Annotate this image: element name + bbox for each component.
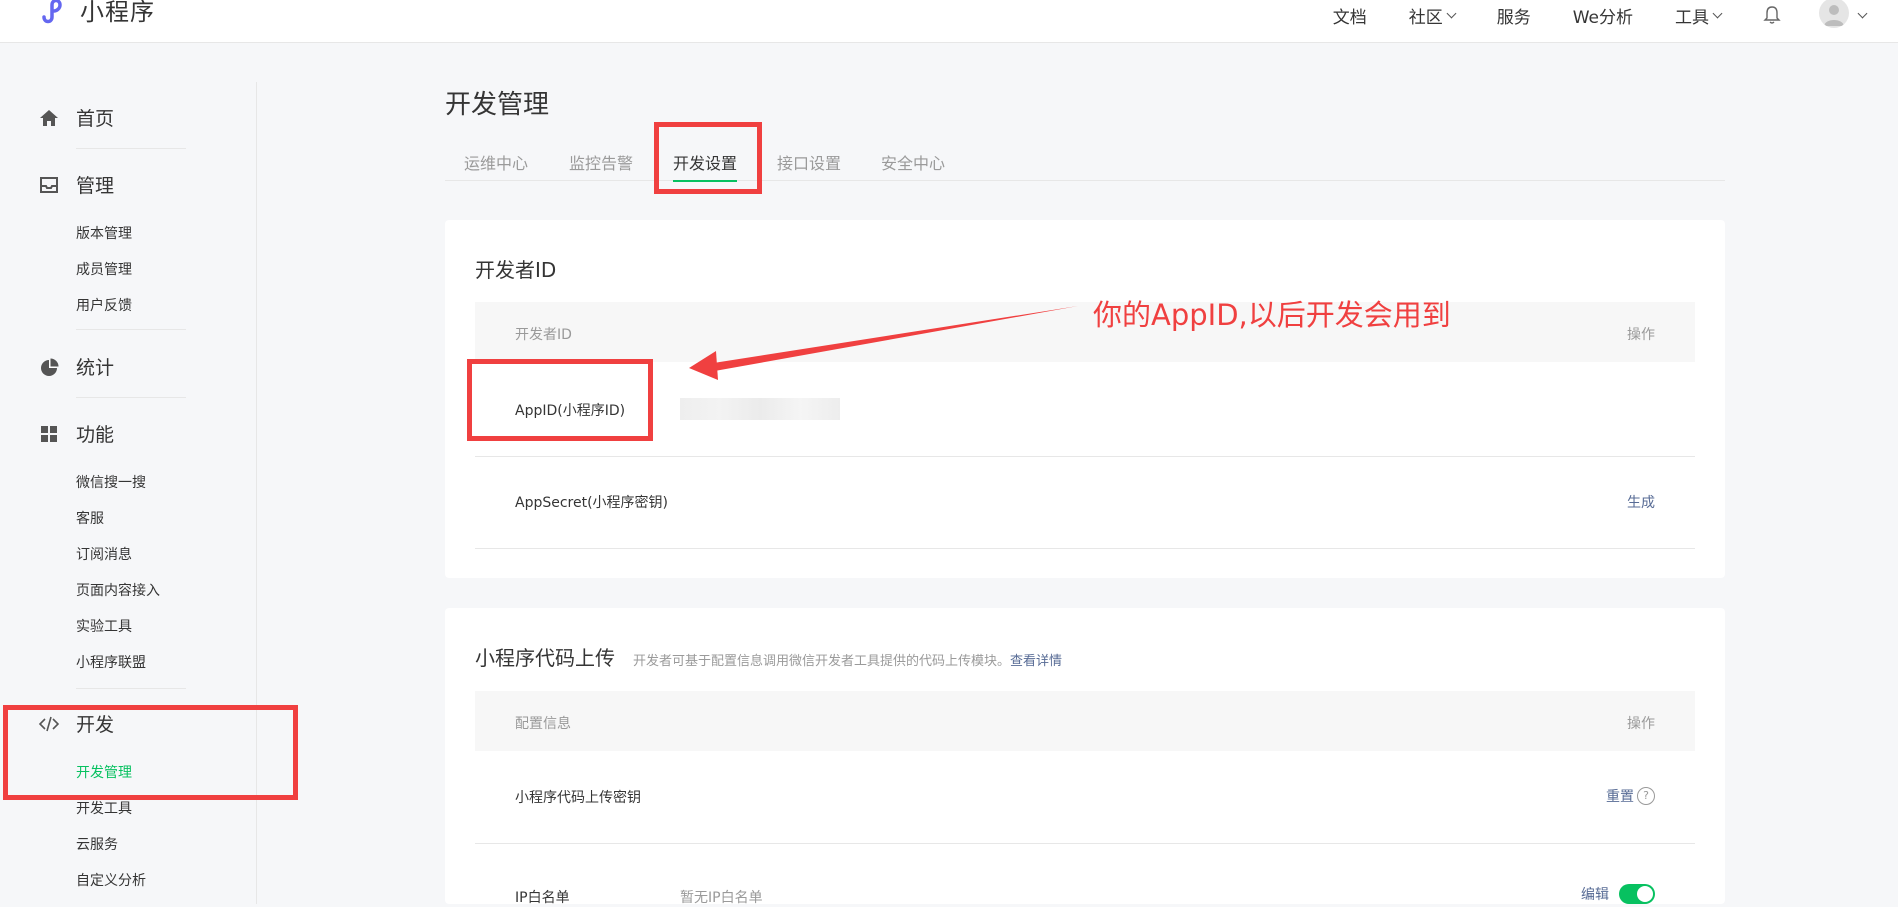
annotation-arrow [689,306,1078,380]
annotation-text: 你的AppID,以后开发会用到 [1093,298,1451,332]
